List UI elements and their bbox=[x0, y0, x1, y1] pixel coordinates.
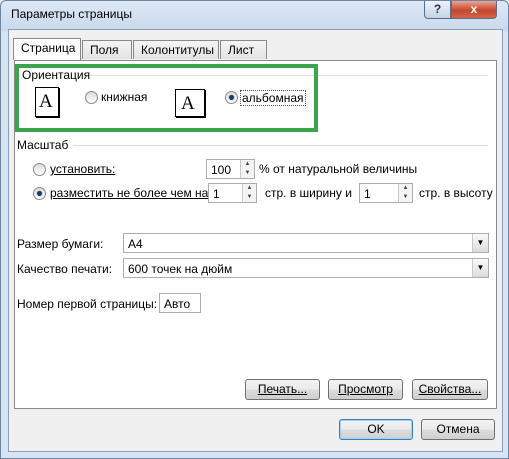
paper-size-value: A4 bbox=[128, 237, 143, 251]
paper-size-select[interactable]: A4 ▼ bbox=[123, 233, 489, 253]
page-setup-dialog: Параметры страницы ? x Страница Поля Кол… bbox=[0, 0, 509, 459]
close-button[interactable]: x bbox=[451, 1, 497, 19]
title-bar[interactable]: Параметры страницы ? x bbox=[1, 1, 508, 27]
landscape-label[interactable]: альбомная bbox=[240, 90, 306, 106]
portrait-label[interactable]: книжная bbox=[101, 90, 147, 104]
first-page-number-input[interactable]: Авто bbox=[159, 293, 201, 313]
help-button[interactable]: ? bbox=[424, 1, 451, 19]
fit-width-arrows[interactable]: ▲ ▼ bbox=[242, 184, 256, 202]
tab-header-footer[interactable]: Колонтитулы bbox=[133, 40, 219, 59]
landscape-page-icon: A bbox=[175, 89, 205, 117]
fit-height-stepper[interactable]: 1 ▲ ▼ bbox=[359, 183, 413, 203]
chevron-down-icon[interactable]: ▼ bbox=[472, 259, 488, 277]
dialog-body: Страница Поля Колонтитулы Лист Ориентаци… bbox=[8, 29, 503, 452]
first-page-number-label: Номер первой страницы: bbox=[17, 297, 158, 311]
arrow-up-icon[interactable]: ▲ bbox=[241, 160, 254, 169]
orientation-separator bbox=[90, 75, 488, 76]
fit-height-suffix: стр. в высоту bbox=[419, 186, 493, 200]
print-button-label: Печать... bbox=[257, 382, 308, 396]
scale-separator bbox=[73, 145, 488, 146]
arrow-up-icon[interactable]: ▲ bbox=[243, 184, 256, 193]
ok-button[interactable]: OK bbox=[339, 419, 413, 440]
scale-fit-radio[interactable] bbox=[33, 187, 46, 200]
scale-percent-value: 100 bbox=[211, 163, 232, 177]
properties-button[interactable]: Свойства... bbox=[412, 379, 488, 400]
tab-margins[interactable]: Поля bbox=[82, 40, 132, 59]
cancel-button[interactable]: Отмена bbox=[421, 419, 495, 440]
landscape-radio[interactable] bbox=[225, 91, 238, 104]
preview-button[interactable]: Просмотр bbox=[328, 379, 403, 400]
print-quality-value: 600 точек на дюйм bbox=[128, 262, 233, 276]
print-quality-label: Качество печати: bbox=[17, 262, 113, 276]
tab-page[interactable]: Страница bbox=[13, 38, 81, 60]
fit-width-suffix: стр. в ширину и bbox=[265, 186, 352, 200]
tab-sheet[interactable]: Лист bbox=[220, 40, 267, 59]
arrow-up-icon[interactable]: ▲ bbox=[399, 184, 412, 193]
orientation-group-label: Ориентация bbox=[22, 68, 91, 82]
arrow-down-icon[interactable]: ▼ bbox=[399, 193, 412, 202]
portrait-page-icon: A bbox=[35, 87, 59, 117]
arrow-down-icon[interactable]: ▼ bbox=[241, 169, 254, 178]
scale-percent-stepper[interactable]: 100 ▲ ▼ bbox=[206, 159, 255, 179]
scale-percent-suffix: % от натуральной величины bbox=[259, 162, 418, 176]
chevron-down-icon[interactable]: ▼ bbox=[472, 234, 488, 252]
print-button[interactable]: Печать... bbox=[245, 379, 320, 400]
tab-panel-page: Ориентация A книжная A альбомная Масштаб… bbox=[14, 60, 497, 409]
properties-button-label: Свойства... bbox=[418, 382, 482, 396]
fit-width-stepper[interactable]: 1 ▲ ▼ bbox=[208, 183, 257, 203]
scale-set-radio[interactable] bbox=[33, 163, 46, 176]
scale-group-label: Масштаб bbox=[17, 138, 69, 152]
scale-set-label[interactable]: установить: bbox=[50, 162, 115, 176]
portrait-radio[interactable] bbox=[85, 91, 98, 104]
scale-percent-arrows[interactable]: ▲ ▼ bbox=[240, 160, 254, 178]
arrow-down-icon[interactable]: ▼ bbox=[243, 193, 256, 202]
fit-height-arrows[interactable]: ▲ ▼ bbox=[398, 184, 412, 202]
fit-width-value: 1 bbox=[213, 187, 220, 201]
print-quality-select[interactable]: 600 точек на дюйм ▼ bbox=[123, 258, 489, 278]
scale-fit-label[interactable]: разместить не более чем на: bbox=[50, 186, 212, 200]
fit-height-value: 1 bbox=[364, 187, 371, 201]
window-title: Параметры страницы bbox=[11, 7, 132, 21]
preview-button-label: Просмотр bbox=[338, 382, 393, 396]
paper-size-label: Размер бумаги: bbox=[17, 237, 104, 251]
